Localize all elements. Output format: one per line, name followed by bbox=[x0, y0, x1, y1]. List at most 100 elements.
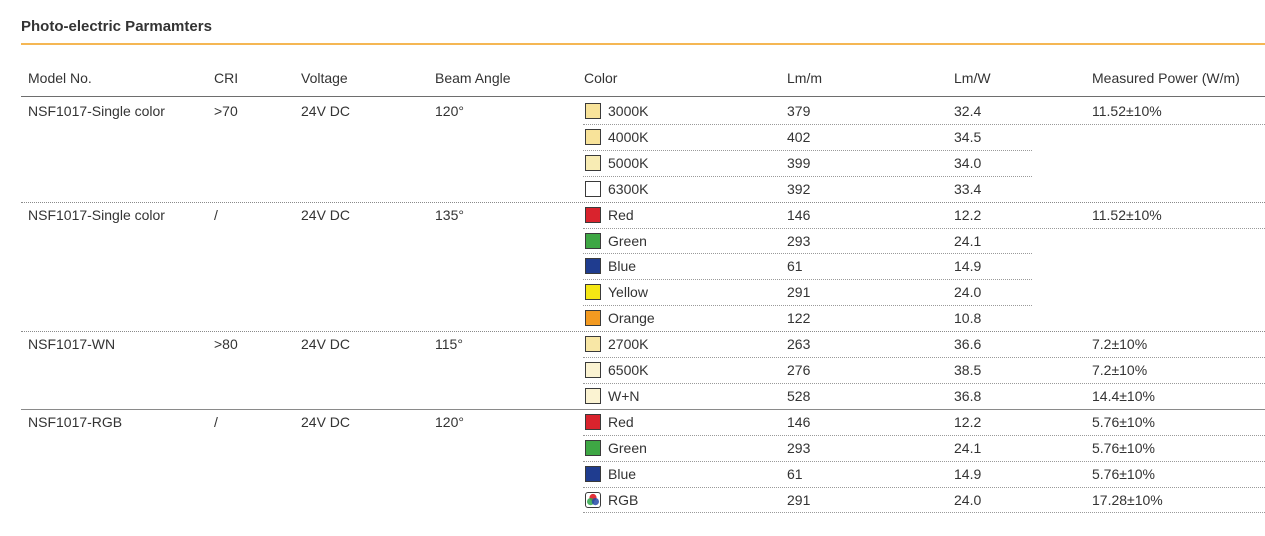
cri-value: / bbox=[214, 413, 218, 430]
lm-per-w-value: 10.8 bbox=[954, 310, 982, 327]
color-name: 4000K bbox=[608, 128, 649, 145]
lm-per-m-value: 293 bbox=[787, 439, 811, 456]
title-underline bbox=[21, 43, 1265, 45]
row-divider bbox=[583, 279, 1032, 280]
measured-power-value: 5.76±10% bbox=[1092, 439, 1155, 456]
lm-per-w-value: 24.0 bbox=[954, 491, 982, 508]
color-name: Yellow bbox=[608, 284, 648, 301]
row-divider bbox=[583, 124, 1265, 125]
measured-power-value: 11.52±10% bbox=[1092, 103, 1162, 119]
beam-angle-value: 135° bbox=[435, 206, 464, 223]
lm-per-m-value: 399 bbox=[787, 154, 811, 171]
color-name: Green bbox=[608, 232, 647, 249]
voltage-value: 24V DC bbox=[301, 413, 351, 430]
beam-angle-value: 120° bbox=[435, 413, 464, 430]
color-name: Orange bbox=[608, 310, 655, 327]
lm-per-w-value: 24.1 bbox=[954, 439, 982, 456]
rgb-wheel-icon bbox=[585, 491, 601, 508]
lm-per-m-value: 263 bbox=[787, 336, 811, 353]
color-swatch bbox=[585, 284, 601, 301]
lm-per-m-value: 392 bbox=[787, 180, 811, 197]
lm-per-m-value: 146 bbox=[787, 206, 811, 223]
group-divider bbox=[21, 409, 1265, 410]
color-name: 5000K bbox=[608, 154, 649, 171]
voltage-value: 24V DC bbox=[301, 206, 351, 223]
cri-value: >70 bbox=[214, 103, 238, 119]
color-name: RGB bbox=[608, 491, 639, 508]
group-divider bbox=[21, 331, 1265, 332]
color-name: Green bbox=[608, 439, 647, 456]
cri-value: >80 bbox=[214, 336, 238, 353]
lm-per-m-value: 61 bbox=[787, 465, 803, 482]
lm-per-m-value: 528 bbox=[787, 387, 811, 404]
lm-per-w-value: 14.9 bbox=[954, 258, 982, 275]
model-number: NSF1017-Single color bbox=[28, 206, 165, 223]
color-swatch bbox=[585, 439, 601, 456]
color-name: Blue bbox=[608, 258, 637, 275]
lm-per-m-value: 122 bbox=[787, 310, 811, 327]
measured-power-value: 5.76±10% bbox=[1092, 465, 1155, 482]
color-swatch bbox=[585, 232, 601, 249]
lm-per-w-value: 14.9 bbox=[954, 465, 982, 482]
measured-power-value: 14.4±10% bbox=[1092, 387, 1155, 404]
row-divider bbox=[583, 512, 1265, 513]
lm-per-w-value: 36.8 bbox=[954, 387, 982, 404]
color-name: 6500K bbox=[608, 362, 649, 378]
lm-per-w-value: 36.6 bbox=[954, 336, 982, 353]
header-lm-per-w: Lm/W bbox=[954, 70, 991, 86]
lm-per-w-value: 32.4 bbox=[954, 103, 982, 119]
lm-per-w-value: 38.5 bbox=[954, 362, 982, 378]
row-divider bbox=[583, 228, 1265, 229]
measured-power-value: 17.28±10% bbox=[1092, 491, 1163, 508]
lm-per-m-value: 379 bbox=[787, 103, 811, 119]
lm-per-w-value: 24.0 bbox=[954, 284, 982, 301]
lm-per-w-value: 12.2 bbox=[954, 413, 982, 430]
row-divider bbox=[583, 150, 1032, 151]
model-number: NSF1017-WN bbox=[28, 336, 116, 353]
color-swatch bbox=[585, 336, 601, 353]
lm-per-m-value: 276 bbox=[787, 362, 811, 378]
color-swatch bbox=[585, 465, 601, 482]
color-name: W+N bbox=[608, 387, 640, 404]
color-swatch bbox=[585, 258, 601, 275]
color-swatch bbox=[585, 413, 601, 430]
header-cri: CRI bbox=[214, 70, 239, 86]
color-swatch bbox=[585, 154, 601, 171]
row-divider bbox=[583, 461, 1265, 462]
lm-per-m-value: 293 bbox=[787, 232, 811, 249]
color-swatch bbox=[585, 310, 601, 327]
color-name: 3000K bbox=[608, 103, 649, 119]
lm-per-m-value: 61 bbox=[787, 258, 803, 275]
lm-per-w-value: 12.2 bbox=[954, 206, 982, 223]
voltage-value: 24V DC bbox=[301, 103, 351, 119]
color-name: 6300K bbox=[608, 180, 649, 197]
header-lm-per-m: Lm/m bbox=[787, 70, 822, 86]
cri-value: / bbox=[214, 206, 218, 223]
row-divider bbox=[583, 487, 1265, 488]
section-title: Photo-electric Parmamters bbox=[21, 18, 212, 35]
row-divider bbox=[583, 383, 1265, 384]
measured-power-value: 7.2±10% bbox=[1092, 362, 1148, 378]
color-swatch bbox=[585, 206, 601, 223]
lm-per-w-value: 33.4 bbox=[954, 180, 982, 197]
row-divider bbox=[583, 305, 1032, 306]
lm-per-w-value: 34.0 bbox=[954, 154, 982, 171]
row-divider bbox=[583, 253, 1032, 254]
row-divider bbox=[583, 176, 1032, 177]
header-voltage: Voltage bbox=[301, 70, 348, 86]
lm-per-w-value: 34.5 bbox=[954, 128, 982, 145]
header-beam-angle: Beam Angle bbox=[435, 70, 511, 86]
header-model: Model No. bbox=[28, 70, 92, 86]
model-number: NSF1017-RGB bbox=[28, 413, 123, 430]
color-name: Blue bbox=[608, 465, 637, 482]
row-divider bbox=[583, 357, 1265, 358]
color-swatch bbox=[585, 362, 601, 378]
header-divider bbox=[21, 96, 1265, 97]
lm-per-w-value: 24.1 bbox=[954, 232, 982, 249]
lm-per-m-value: 146 bbox=[787, 413, 811, 430]
color-swatch bbox=[585, 128, 601, 145]
color-swatch bbox=[585, 180, 601, 197]
beam-angle-value: 120° bbox=[435, 103, 464, 119]
color-swatch bbox=[585, 103, 601, 119]
color-name: Red bbox=[608, 206, 634, 223]
